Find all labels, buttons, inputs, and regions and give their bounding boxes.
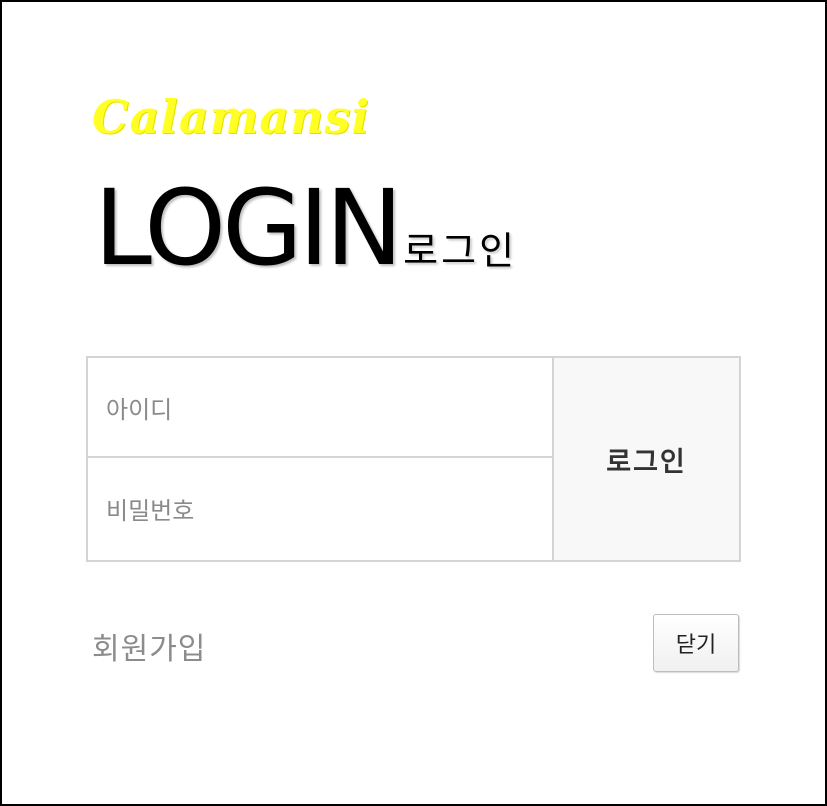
signup-link[interactable]: 회원가입 <box>92 624 206 668</box>
id-field-placeholder: 아이디 <box>106 395 173 424</box>
close-button[interactable]: 닫기 <box>653 614 739 672</box>
page-title-main: LOGIN <box>94 167 403 289</box>
login-form: 아이디 비밀번호 로그인 <box>86 356 741 562</box>
credential-fields: 아이디 비밀번호 <box>88 358 554 560</box>
brand-logo: Calamansi <box>92 90 370 144</box>
page-title: LOGIN 로그인 <box>94 170 517 280</box>
password-field-placeholder: 비밀번호 <box>106 496 195 525</box>
login-button[interactable]: 로그인 <box>554 358 739 560</box>
id-field[interactable]: 아이디 <box>88 358 552 458</box>
password-field[interactable]: 비밀번호 <box>88 458 552 558</box>
page-title-sub: 로그인 <box>403 229 518 273</box>
